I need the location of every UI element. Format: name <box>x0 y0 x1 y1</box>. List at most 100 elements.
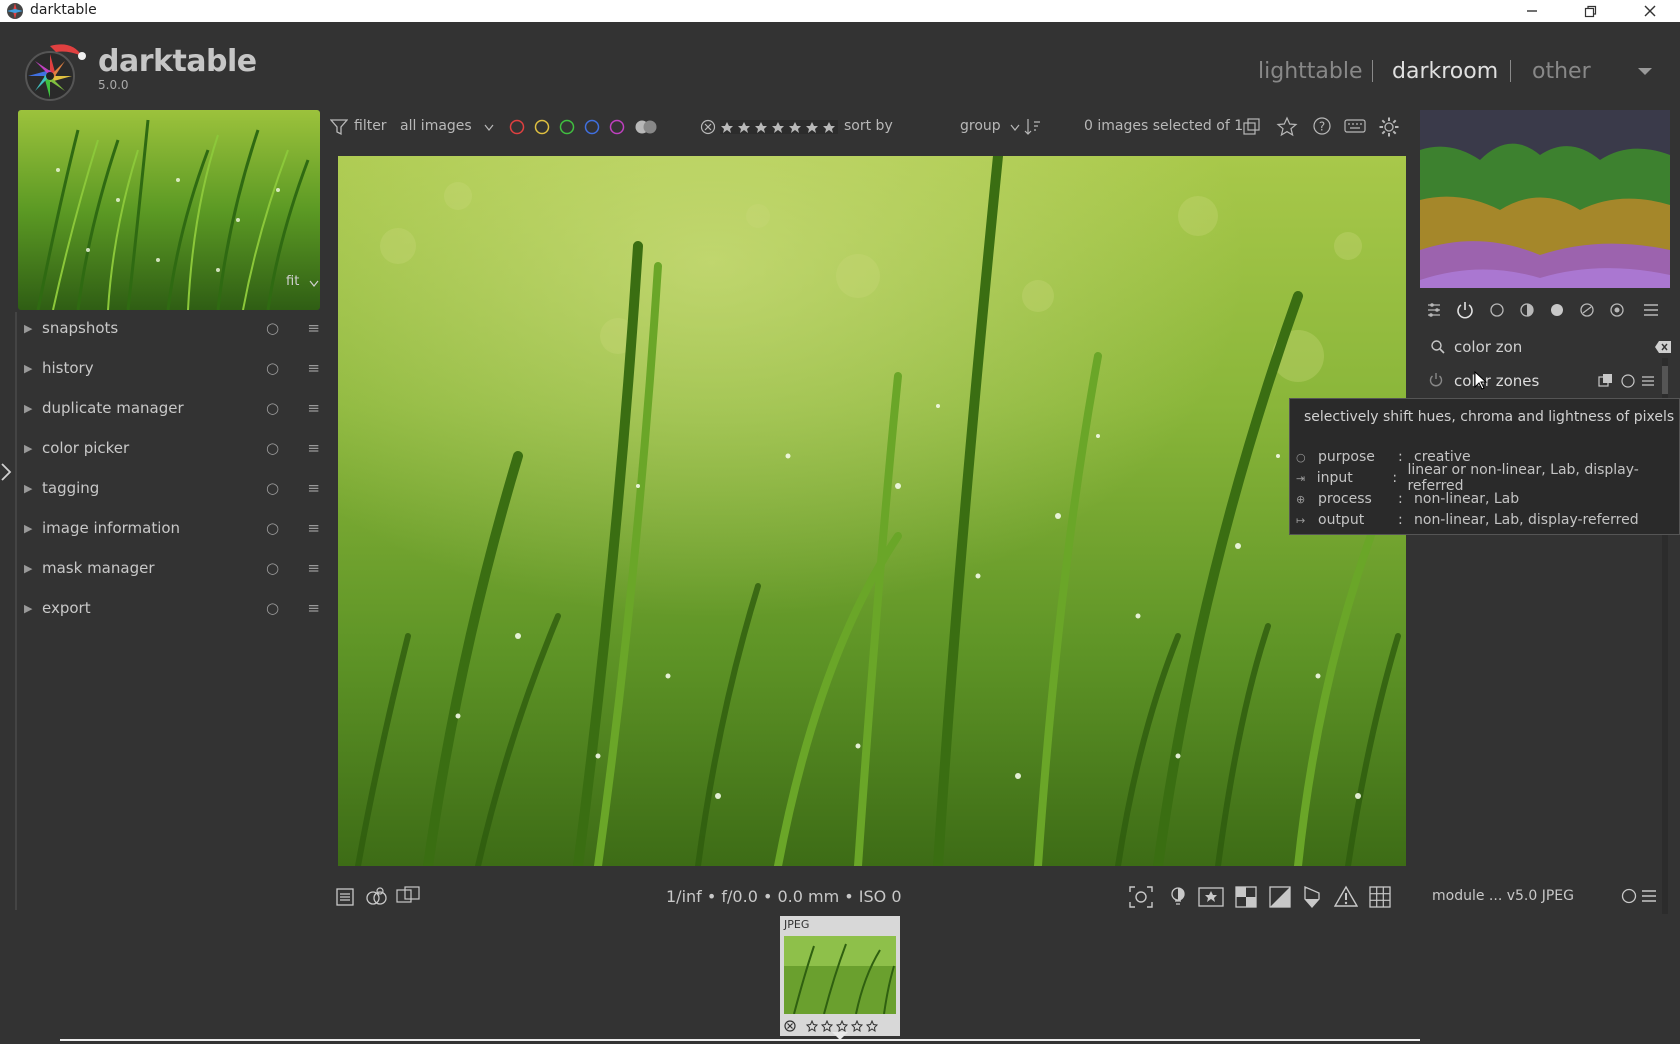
reset-icon[interactable]: ○ <box>266 439 279 457</box>
filmstrip-thumbnail[interactable]: JPEG <box>780 916 900 1036</box>
color-assessment-icon[interactable] <box>1168 885 1188 909</box>
module-color-zones[interactable]: color zones <box>1428 366 1680 396</box>
guides-grid-icon[interactable] <box>1368 885 1392 909</box>
process-icon: ⊕ <box>1296 492 1306 506</box>
view-tab-lighttable[interactable]: lighttable <box>1258 59 1362 84</box>
presets-icon[interactable] <box>1640 373 1656 389</box>
reset-icon[interactable]: ○ <box>266 479 279 497</box>
navigation-thumbnail[interactable] <box>18 110 320 310</box>
color-label-filter[interactable] <box>508 117 668 137</box>
quick-access-styles-icon[interactable] <box>334 886 356 908</box>
reset-icon[interactable]: ○ <box>266 359 279 377</box>
tooltip-colon: : <box>1398 491 1403 507</box>
presets-icon[interactable]: ≡ <box>307 359 320 377</box>
main-image-canvas[interactable] <box>338 156 1406 866</box>
other-dropdown-icon[interactable] <box>1636 66 1654 78</box>
module-snapshots[interactable]: ▶ snapshots ○ ≡ <box>24 310 320 346</box>
grouping-icon[interactable] <box>1242 117 1262 137</box>
darktable-logo-icon <box>12 38 90 108</box>
navigation-zoom[interactable]: fit <box>286 274 299 289</box>
active-modules-icon[interactable] <box>1454 299 1476 321</box>
reset-icon[interactable] <box>1620 373 1636 389</box>
module-color-picker[interactable]: ▶ color picker ○ ≡ <box>24 430 320 466</box>
reset-icon[interactable]: ○ <box>266 559 279 577</box>
filmstrip-scrollbar[interactable] <box>60 1039 1420 1041</box>
filter-dropdown-icon[interactable] <box>484 124 494 132</box>
overlay-star-icon[interactable] <box>1276 116 1298 138</box>
reject-icon[interactable] <box>784 1020 796 1032</box>
expand-arrow-icon: ▶ <box>24 561 33 575</box>
module-reset-icon[interactable] <box>1620 887 1638 905</box>
presets-icon[interactable] <box>1640 299 1662 321</box>
module-tagging[interactable]: ▶ tagging ○ ≡ <box>24 470 320 506</box>
module-search[interactable]: color zon <box>1428 334 1680 362</box>
clear-search-icon[interactable] <box>1654 340 1672 354</box>
restore-button[interactable] <box>1570 0 1610 22</box>
zoom-dropdown-icon[interactable] <box>309 280 319 288</box>
presets-icon[interactable]: ≡ <box>307 479 320 497</box>
tooltip-row: ⊕ process : non-linear, Lab <box>1296 489 1519 509</box>
expand-arrow-icon: ▶ <box>24 521 33 535</box>
correct-group-icon[interactable] <box>1576 299 1598 321</box>
module-label: export <box>42 599 91 617</box>
presets-icon[interactable]: ≡ <box>307 599 320 617</box>
sort-order-icon[interactable] <box>1024 117 1042 137</box>
raw-overexposed-icon[interactable] <box>1198 885 1224 909</box>
color-group-icon[interactable] <box>1546 299 1568 321</box>
sort-dropdown-icon[interactable] <box>1010 124 1020 132</box>
sort-select[interactable]: group <box>960 118 1001 134</box>
styles-icon[interactable] <box>364 886 388 908</box>
tooltip-key: output <box>1318 512 1365 528</box>
minimize-button[interactable] <box>1512 0 1552 22</box>
module-label: color picker <box>42 439 130 457</box>
module-presets-icon[interactable] <box>1640 887 1658 905</box>
preferences-gear-icon[interactable] <box>1378 116 1400 138</box>
help-icon[interactable]: ? <box>1312 116 1332 136</box>
presets-icon[interactable]: ≡ <box>307 399 320 417</box>
close-button[interactable] <box>1630 0 1670 22</box>
tooltip-key: input <box>1316 470 1353 486</box>
reset-icon[interactable]: ○ <box>266 399 279 417</box>
warning-icon[interactable] <box>1334 885 1358 909</box>
gamut-check-icon[interactable] <box>1302 885 1322 909</box>
module-mask-manager[interactable]: ▶ mask manager ○ ≡ <box>24 550 320 586</box>
quick-access-panel-icon[interactable] <box>1424 299 1446 321</box>
shortcuts-icon[interactable] <box>1344 117 1366 135</box>
filter-select[interactable]: all images <box>400 118 472 134</box>
scrollbar-thumb[interactable] <box>1662 366 1668 394</box>
focus-peaking-icon[interactable] <box>1128 885 1154 909</box>
reset-icon[interactable]: ○ <box>266 319 279 337</box>
module-export[interactable]: ▶ export ○ ≡ <box>24 590 320 626</box>
presets-icon[interactable]: ≡ <box>307 439 320 457</box>
view-tab-other[interactable]: other <box>1532 59 1591 84</box>
module-history[interactable]: ▶ history ○ ≡ <box>24 350 320 386</box>
tone-group-icon[interactable] <box>1516 299 1538 321</box>
module-actions: ○ ≡ <box>266 399 320 417</box>
filter-icon[interactable] <box>330 118 348 136</box>
bottom-toolbar: 1/inf • f/0.0 • 0.0 mm • ISO 0 module ..… <box>320 880 1680 916</box>
module-power-icon[interactable] <box>1428 372 1444 388</box>
module-label: mask manager <box>42 559 155 577</box>
multi-instance-icon[interactable] <box>1598 373 1614 389</box>
presets-icon[interactable]: ≡ <box>307 559 320 577</box>
tooltip-value: non-linear, Lab <box>1414 491 1520 507</box>
brand-version: 5.0.0 <box>98 78 129 92</box>
view-tab-darkroom[interactable]: darkroom <box>1392 59 1498 84</box>
expand-left-panel-icon[interactable] <box>0 460 12 484</box>
presets-icon[interactable]: ≡ <box>307 519 320 537</box>
left-panel: fit ▶ snapshots ○ ≡ ▶ history ○ ≡ ▶ duplic… <box>16 108 321 908</box>
base-group-icon[interactable] <box>1486 299 1508 321</box>
reset-icon[interactable]: ○ <box>266 519 279 537</box>
softproof-icon[interactable] <box>1268 885 1292 909</box>
histogram-waveform[interactable] <box>1420 110 1670 288</box>
reset-icon[interactable]: ○ <box>266 599 279 617</box>
filmstrip-image <box>784 936 896 1014</box>
module-image-information[interactable]: ▶ image information ○ ≡ <box>24 510 320 546</box>
presets-icon[interactable]: ≡ <box>307 319 320 337</box>
rating-filter[interactable] <box>700 118 840 136</box>
second-window-icon[interactable] <box>396 886 420 908</box>
effect-group-icon[interactable] <box>1606 299 1628 321</box>
search-input[interactable]: color zon <box>1454 338 1522 356</box>
module-duplicate-manager[interactable]: ▶ duplicate manager ○ ≡ <box>24 390 320 426</box>
clipping-indicator-icon[interactable] <box>1234 885 1258 909</box>
